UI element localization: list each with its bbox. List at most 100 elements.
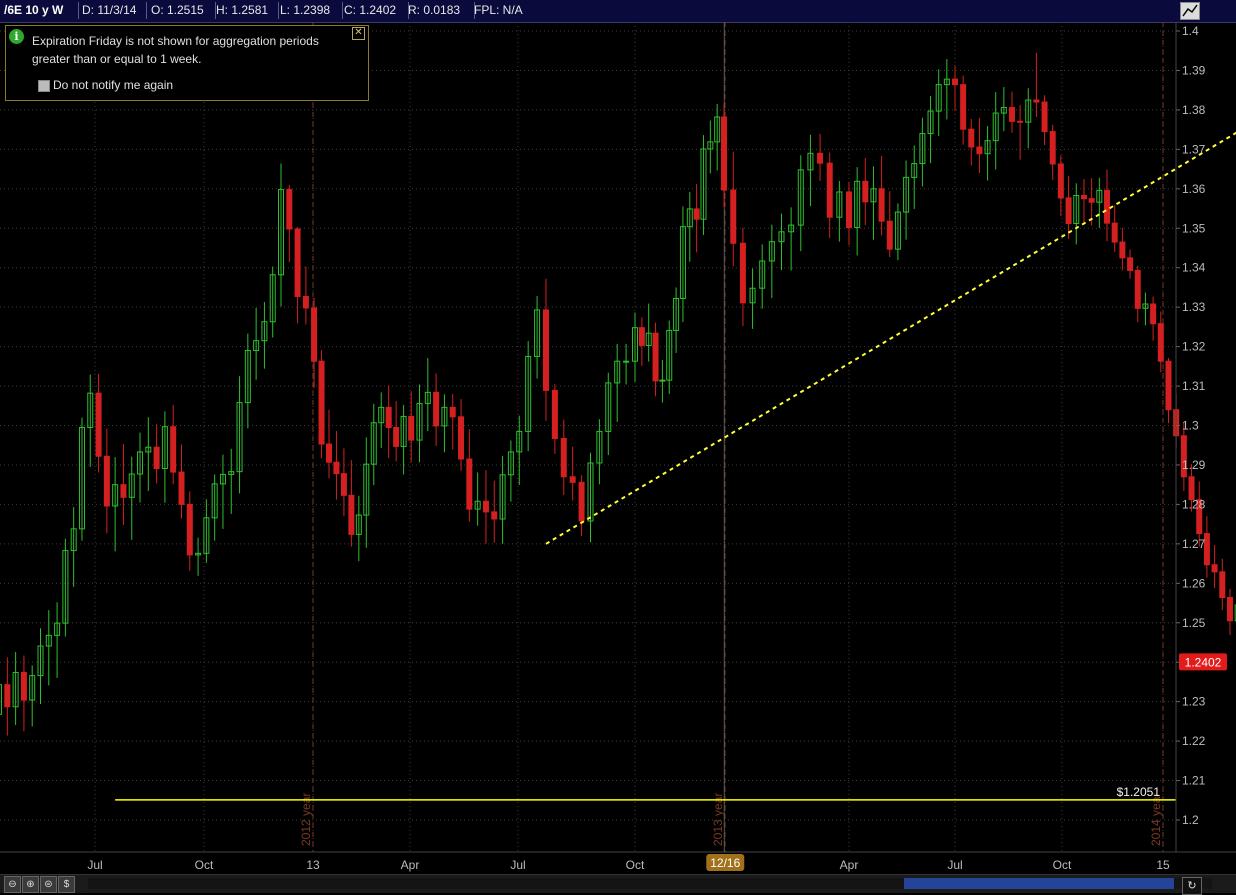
candle-body [491, 511, 498, 520]
price-tick-label: 1.34 [1182, 261, 1206, 275]
candle-body [0, 684, 3, 715]
candle-body [103, 455, 110, 507]
price-tick-label: 1.29 [1182, 458, 1206, 472]
time-tick-label: 15 [1156, 858, 1170, 872]
candle-body [817, 152, 824, 164]
candle-body [433, 391, 440, 427]
candle-body [1226, 597, 1233, 622]
candle-body [693, 208, 700, 220]
dollar-icon[interactable]: $ [58, 876, 75, 893]
close-icon[interactable]: ✕ [352, 27, 365, 40]
time-tick-label: Jul [510, 858, 525, 872]
price-tick-label: 1.4 [1182, 24, 1199, 38]
time-scrollbar-thumb[interactable] [904, 878, 1174, 889]
candle-body [120, 484, 127, 498]
candle-body [1104, 189, 1111, 224]
candle-body [1211, 564, 1218, 573]
candle-body [1111, 222, 1118, 243]
candle-body [286, 189, 293, 230]
zoom-in-icon[interactable]: ⊕ [22, 876, 39, 893]
candle-body [886, 220, 893, 250]
chart-style-icon[interactable] [1180, 2, 1200, 20]
candle-body [178, 471, 185, 505]
candle-body [960, 84, 967, 130]
candle-body [968, 128, 975, 148]
expiration-notice: i Expiration Friday is not shown for agg… [5, 25, 369, 101]
candle-body [826, 162, 833, 218]
symbol-label[interactable]: /6E 10 y W [0, 2, 79, 19]
info-icon: i [9, 29, 24, 44]
candle-body [1017, 120, 1024, 123]
candle-body [1134, 269, 1141, 309]
candle-body [659, 379, 666, 382]
date-readout: D: 11/3/14 [78, 2, 147, 19]
zoom-out-icon[interactable]: ⊖ [4, 876, 21, 893]
time-tick-label: 13 [306, 858, 320, 872]
candle-body [976, 146, 983, 155]
candle-body [333, 461, 340, 475]
price-chart[interactable]: 2012 year2013 year2014 year $1.205113212… [0, 22, 1236, 874]
candle-body [1041, 101, 1048, 133]
candle-body [542, 309, 549, 391]
price-tick-label: 1.21 [1182, 774, 1206, 788]
candle-body [560, 438, 567, 478]
price-tick-label: 1.23 [1182, 695, 1206, 709]
price-tick-label: 1.32 [1182, 340, 1206, 354]
price-tick-label: 1.22 [1182, 734, 1206, 748]
time-tick-label: Jul [87, 858, 102, 872]
candle-body [578, 481, 585, 522]
range-readout: R: 0.0183 [404, 2, 475, 19]
price-tick-label: 1.26 [1182, 576, 1206, 590]
price-tick-label: 1.33 [1182, 300, 1206, 314]
fpl-readout: FPL: N/A [474, 3, 523, 17]
candlestick-series [0, 52, 1236, 736]
candle-body [408, 415, 415, 441]
candle-body [1188, 476, 1195, 501]
time-tick-label: Jul [947, 858, 962, 872]
candle-body [1157, 323, 1164, 362]
candle-body [466, 458, 473, 510]
candle-body [385, 406, 392, 428]
do-not-notify-checkbox[interactable] [38, 80, 50, 92]
time-tick-label: Oct [626, 858, 645, 872]
candle-body [652, 332, 659, 382]
zoom-reset-icon[interactable]: ⊜ [40, 876, 57, 893]
candle-body [862, 180, 869, 203]
candle-body [952, 78, 958, 86]
candle-body [721, 116, 728, 191]
candle-body [1008, 107, 1015, 122]
chart-toolbar: ⊖ ⊕ ⊜ $ ↻ [0, 874, 1236, 895]
price-tick-label: 1.3 [1182, 419, 1199, 433]
candle-body [569, 476, 576, 483]
candle-body [340, 473, 347, 496]
candle-body [20, 671, 27, 701]
high-readout: H: 1.2581 [212, 2, 279, 19]
time-tick-label: Oct [1053, 858, 1072, 872]
candle-body [393, 426, 400, 447]
candle-body [482, 500, 489, 513]
candle-body [318, 360, 325, 445]
price-tick-label: 1.31 [1182, 379, 1206, 393]
candle-body [1119, 241, 1126, 259]
candle-body [1219, 571, 1226, 599]
candle-body [1080, 195, 1087, 200]
candle-body [1150, 303, 1157, 325]
candle-body [1165, 360, 1172, 411]
candle-body [449, 406, 456, 418]
chart-header-bar: /6E 10 y W D: 11/3/14 O: 1.2515 H: 1.258… [0, 0, 1236, 23]
candle-body [1033, 99, 1040, 103]
candle-body [325, 443, 332, 463]
candle-body [1088, 198, 1095, 203]
price-tick-label: 1.39 [1182, 63, 1206, 77]
do-not-notify-label: Do not notify me again [53, 78, 174, 92]
candle-body [4, 684, 11, 708]
open-readout: O: 1.2515 [147, 2, 216, 19]
time-tick-label: Oct [195, 858, 214, 872]
candle-body [311, 307, 318, 362]
price-tick-label: 1.37 [1182, 142, 1206, 156]
candle-body [551, 389, 558, 440]
price-tick-label: 1.38 [1182, 103, 1206, 117]
close-readout: C: 1.2402 [340, 2, 409, 19]
candle-body [458, 416, 465, 460]
refresh-icon[interactable]: ↻ [1182, 877, 1202, 895]
